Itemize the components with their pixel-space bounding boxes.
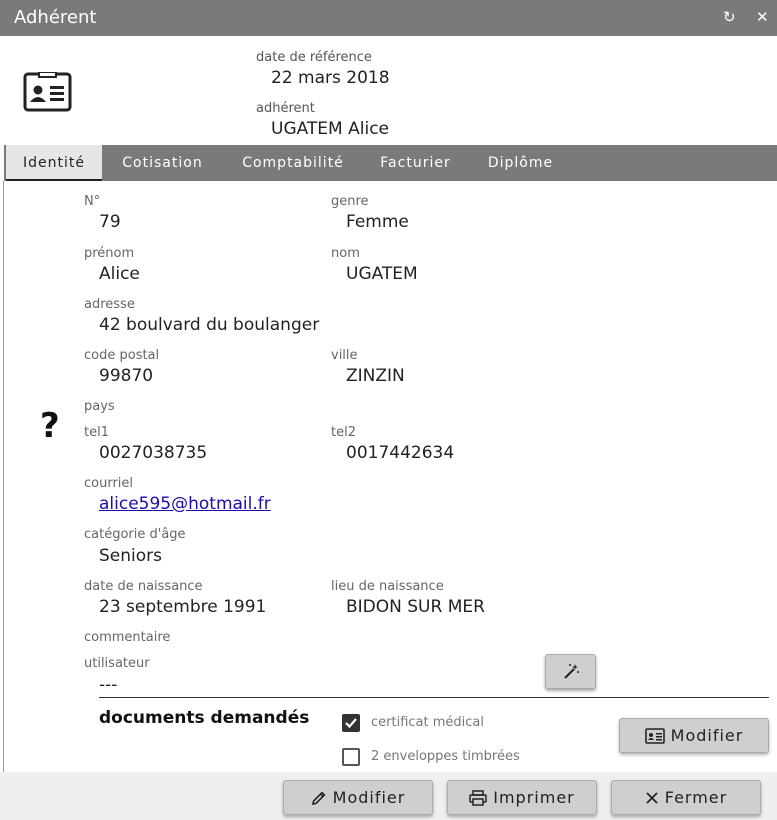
- member-value: UGATEM Alice: [271, 119, 390, 139]
- lieu-naissance-label: lieu de naissance: [331, 579, 444, 594]
- title-bar: Adhérent ↻ ✕: [0, 0, 777, 36]
- modify-label: Modifier: [332, 788, 406, 807]
- utilisateur-label: utilisateur: [84, 656, 150, 671]
- certificat-medical-label: certificat médical: [371, 715, 484, 730]
- documents-title: documents demandés: [99, 708, 310, 728]
- id-card-icon: [23, 71, 72, 116]
- magic-wand-button[interactable]: [545, 654, 596, 689]
- tel1-value: 0027038735: [99, 443, 208, 463]
- window-title: Adhérent: [14, 7, 97, 28]
- certificat-medical-checkbox[interactable]: [342, 714, 360, 732]
- nom-label: nom: [331, 246, 360, 261]
- pays-label: pays: [84, 399, 115, 414]
- numero-value: 79: [99, 212, 121, 232]
- numero-label: N°: [84, 194, 101, 209]
- documents-modify-button[interactable]: Modifier: [619, 718, 769, 753]
- content-border: [3, 181, 4, 772]
- print-button[interactable]: Imprimer: [447, 780, 597, 815]
- tel2-value: 0017442634: [346, 443, 455, 463]
- tab-diplome[interactable]: Diplôme: [474, 145, 567, 181]
- modify-button[interactable]: Modifier: [283, 780, 433, 815]
- printer-icon: [469, 789, 487, 806]
- date-naissance-value: 23 septembre 1991: [99, 597, 267, 617]
- ville-value: ZINZIN: [346, 366, 405, 386]
- code-postal-value: 99870: [99, 366, 154, 386]
- genre-value: Femme: [346, 212, 409, 232]
- date-reference-value: 22 mars 2018: [271, 68, 390, 88]
- categorie-age-label: catégorie d'âge: [84, 527, 186, 542]
- utilisateur-value: ---: [99, 675, 118, 695]
- close-button[interactable]: Fermer: [611, 780, 761, 815]
- ville-label: ville: [331, 348, 358, 363]
- code-postal-label: code postal: [84, 348, 160, 363]
- nom-value: UGATEM: [346, 264, 418, 284]
- date-naissance-label: date de naissance: [84, 579, 203, 594]
- tel2-label: tel2: [331, 425, 356, 440]
- tab-facturier[interactable]: Facturier: [368, 145, 463, 181]
- date-reference-label: date de référence: [256, 50, 372, 65]
- magic-wand-icon: [563, 663, 579, 679]
- adresse-value: 42 boulvard du boulanger: [99, 315, 320, 335]
- commentaire-label: commentaire: [84, 630, 171, 645]
- prenom-value: Alice: [99, 264, 140, 284]
- courriel-link[interactable]: alice595@hotmail.fr: [99, 494, 271, 514]
- member-label: adhérent: [256, 101, 315, 116]
- tab-comptabilite[interactable]: Comptabilité: [230, 145, 356, 181]
- refresh-icon[interactable]: ↻: [723, 8, 736, 26]
- enveloppes-label: 2 enveloppes timbrées: [371, 749, 520, 764]
- enveloppes-checkbox[interactable]: [342, 748, 360, 766]
- close-icon[interactable]: ✕: [756, 8, 769, 26]
- categorie-age-value: Seniors: [99, 546, 162, 566]
- question-mark-icon[interactable]: ?: [40, 406, 60, 446]
- adresse-label: adresse: [84, 297, 135, 312]
- close-label: Fermer: [664, 788, 728, 807]
- tel1-label: tel1: [84, 425, 109, 440]
- courriel-label: courriel: [84, 476, 134, 491]
- documents-modify-label: Modifier: [670, 726, 744, 745]
- print-label: Imprimer: [493, 788, 575, 807]
- id-card-icon: [644, 727, 665, 744]
- pencil-icon: [311, 790, 326, 805]
- tab-bar: Identité Cotisation Comptabilité Facturi…: [4, 145, 777, 181]
- utilisateur-underline: [99, 697, 769, 698]
- prenom-label: prénom: [84, 246, 135, 261]
- checkmark-icon: [345, 718, 357, 729]
- tab-identite[interactable]: Identité: [6, 145, 102, 181]
- tab-cotisation[interactable]: Cotisation: [108, 145, 217, 181]
- lieu-naissance-value: BIDON SUR MER: [346, 597, 485, 617]
- member-window: Adhérent ↻ ✕ date de référence 22 mars 2…: [0, 0, 777, 820]
- close-icon: [646, 791, 658, 804]
- genre-label: genre: [331, 194, 369, 209]
